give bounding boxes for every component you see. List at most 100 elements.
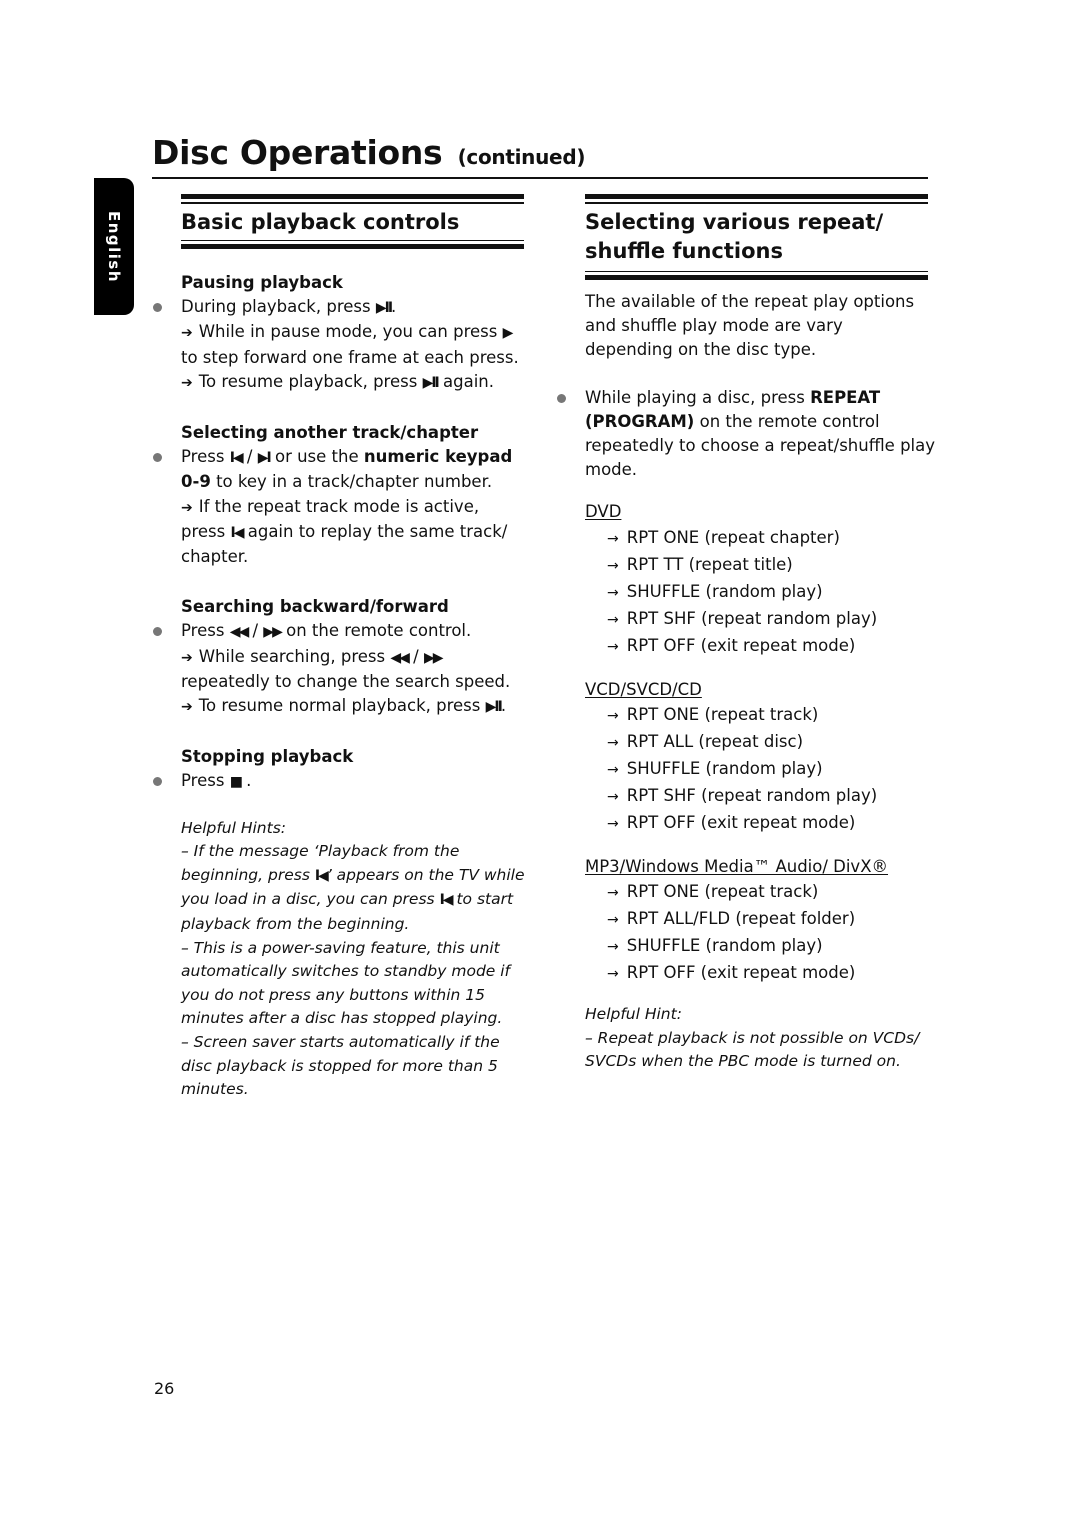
arrow-right-icon: ➔ bbox=[181, 325, 193, 342]
previous-icon: I◀ bbox=[314, 867, 329, 884]
heading-rule-top-thick bbox=[181, 194, 524, 199]
previous-icon: I◀ bbox=[229, 450, 244, 467]
fast-forward-icon: ▶▶ bbox=[423, 649, 443, 666]
page-title-suffix: (continued) bbox=[457, 145, 586, 169]
heading-rule-top-thin bbox=[585, 202, 928, 204]
note-search-resume: ➔ To resume normal playback, press ▶II. bbox=[181, 696, 507, 716]
previous-icon: I◀ bbox=[439, 892, 454, 909]
arrow-right-icon: → bbox=[607, 761, 619, 778]
rewind-icon: ◀◀ bbox=[390, 649, 409, 666]
hint-item: – Screen saver starts automatically if t… bbox=[181, 1033, 500, 1099]
arrow-right-icon: → bbox=[607, 530, 619, 547]
heading-rule-bottom-thick bbox=[585, 275, 928, 280]
disc-type-group: VCD/SVCD/CD → RPT ONE (repeat track) → RPT A… bbox=[585, 678, 935, 837]
arrow-right-icon: → bbox=[607, 611, 619, 628]
play-icon: ▶ bbox=[502, 325, 514, 342]
subheading-searching: Searching backward/forward bbox=[181, 597, 449, 617]
disc-type-label: MP3/Windows Media™ Audio/ DivX® bbox=[585, 856, 889, 876]
bullet-dot-icon bbox=[557, 393, 566, 403]
right-column: The available of the repeat play options… bbox=[557, 290, 935, 1074]
arrow-right-icon: → bbox=[607, 638, 619, 655]
repeat-option: → RPT TT (repeat title) bbox=[585, 552, 935, 579]
repeat-option: → RPT SHF (repeat random play) bbox=[585, 606, 935, 633]
rewind-icon: ◀◀ bbox=[229, 624, 249, 641]
arrow-right-icon: → bbox=[607, 788, 619, 805]
repeat-option-label: RPT OFF (exit repeat mode) bbox=[626, 963, 856, 983]
arrow-right-icon: → bbox=[607, 815, 619, 832]
previous-icon: I◀ bbox=[230, 524, 245, 541]
repeat-option: → RPT ONE (repeat track) bbox=[585, 702, 935, 729]
repeat-option-label: RPT ONE (repeat chapter) bbox=[626, 527, 840, 547]
arrow-right-icon: → bbox=[607, 557, 619, 574]
arrow-right-icon: → bbox=[607, 912, 619, 929]
heading-rule-bottom-thick bbox=[181, 244, 524, 249]
arrow-right-icon: ➔ bbox=[181, 499, 193, 516]
play-pause-icon: ▶II bbox=[375, 300, 393, 317]
disc-type-label: DVD bbox=[585, 502, 622, 522]
heading-rule-top-thin bbox=[181, 202, 524, 204]
bullet-dot-icon bbox=[153, 777, 162, 787]
next-icon: ▶I bbox=[257, 450, 272, 467]
note-repeat-track: ➔ If the repeat track mode is active, pre… bbox=[181, 496, 508, 567]
repeat-option: → RPT OFF (exit repeat mode) bbox=[585, 960, 935, 987]
subheading-selecting-track: Selecting another track/chapter bbox=[181, 423, 479, 443]
bullet-dot-icon bbox=[153, 303, 162, 313]
play-pause-icon: ▶II bbox=[422, 374, 440, 391]
left-column: Pausing playback During playback, press … bbox=[153, 271, 526, 1102]
hint-item: – Repeat playback is not possible on VCD… bbox=[585, 1028, 920, 1071]
repeat-option: → SHUFFLE (random play) bbox=[585, 933, 935, 960]
bullet-dot-icon bbox=[153, 627, 162, 637]
arrow-right-icon: → bbox=[607, 584, 619, 601]
subheading-pausing: Pausing playback bbox=[181, 273, 343, 292]
repeat-option: → RPT ONE (repeat chapter) bbox=[585, 525, 935, 552]
arrow-right-icon: ➔ bbox=[181, 649, 193, 666]
bullet-pausing: During playback, press ▶II. bbox=[153, 295, 526, 320]
repeat-option: → SHUFFLE (random play) bbox=[585, 579, 935, 606]
bullet-searching: Press ◀◀ / ▶▶ on the remote control. bbox=[153, 619, 526, 644]
bullet-stopping: Press ■ . bbox=[153, 769, 526, 794]
repeat-option-label: SHUFFLE (random play) bbox=[626, 936, 823, 956]
repeat-mode-groups: DVD → RPT ONE (repeat chapter) → RPT TT (rep… bbox=[585, 500, 935, 987]
heading-rule-bottom-thin bbox=[181, 239, 524, 241]
heading-rule-top-thick bbox=[585, 194, 928, 199]
repeat-option-label: SHUFFLE (random play) bbox=[626, 758, 823, 778]
repeat-option-label: RPT SHF (repeat random play) bbox=[626, 608, 878, 628]
repeat-option-label: RPT ONE (repeat track) bbox=[626, 882, 819, 902]
language-tab-label: English bbox=[105, 210, 123, 283]
repeat-intro: The available of the repeat play options… bbox=[585, 292, 915, 360]
note-pausing-resume: ➔ To resume playback, press ▶II again. bbox=[181, 371, 494, 391]
arrow-right-icon: → bbox=[607, 885, 619, 902]
hint-title: Helpful Hint: bbox=[585, 1005, 682, 1024]
repeat-option: → RPT OFF (exit repeat mode) bbox=[585, 810, 935, 837]
helpful-hint: Helpful Hint: – Repeat playback is not p… bbox=[585, 1003, 935, 1074]
repeat-option-label: RPT TT (repeat title) bbox=[626, 554, 793, 574]
section-heading-repeat-shuffle: Selecting various repeat/ shuffle functi… bbox=[585, 209, 884, 263]
repeat-option-label: RPT ALL/FLD (repeat folder) bbox=[626, 909, 856, 929]
language-tab: English bbox=[94, 178, 134, 315]
disc-type-label: VCD/SVCD/CD bbox=[585, 679, 702, 699]
bullet-dot-icon bbox=[153, 453, 162, 463]
disc-type-group: MP3/Windows Media™ Audio/ DivX® → RPT ONE … bbox=[585, 855, 935, 987]
repeat-option-label: RPT ONE (repeat track) bbox=[626, 704, 819, 724]
bullet-selecting-track: Press I◀ / ▶I or use the numeric keypad … bbox=[153, 445, 526, 494]
title-divider bbox=[152, 177, 928, 179]
arrow-right-icon: → bbox=[607, 734, 619, 751]
section-heading-basic-playback: Basic playback controls bbox=[181, 209, 460, 234]
hint-item: – If the message ‘Playback from the begi… bbox=[181, 842, 525, 934]
repeat-option-label: RPT OFF (exit repeat mode) bbox=[626, 635, 856, 655]
repeat-option: → RPT SHF (repeat random play) bbox=[585, 783, 935, 810]
page-number: 26 bbox=[154, 1379, 175, 1398]
note-pausing-step: ➔ While in pause mode, you can press ▶ to… bbox=[181, 322, 519, 367]
arrow-right-icon: ➔ bbox=[181, 699, 193, 716]
arrow-right-icon: → bbox=[607, 966, 619, 983]
arrow-right-icon: → bbox=[607, 939, 619, 956]
bullet-repeat: While playing a disc, press REPEAT (PROG… bbox=[557, 386, 935, 483]
repeat-option-label: RPT ALL (repeat disc) bbox=[626, 731, 804, 751]
page-title-text: Disc Operations bbox=[152, 133, 443, 172]
repeat-option: → SHUFFLE (random play) bbox=[585, 756, 935, 783]
repeat-option-label: SHUFFLE (random play) bbox=[626, 581, 823, 601]
page-title: Disc Operations (continued) bbox=[152, 133, 585, 172]
fast-forward-icon: ▶▶ bbox=[263, 624, 282, 641]
helpful-hints: Helpful Hints: – If the message ‘Playbac… bbox=[181, 817, 526, 1102]
repeat-option-label: RPT OFF (exit repeat mode) bbox=[626, 812, 856, 832]
